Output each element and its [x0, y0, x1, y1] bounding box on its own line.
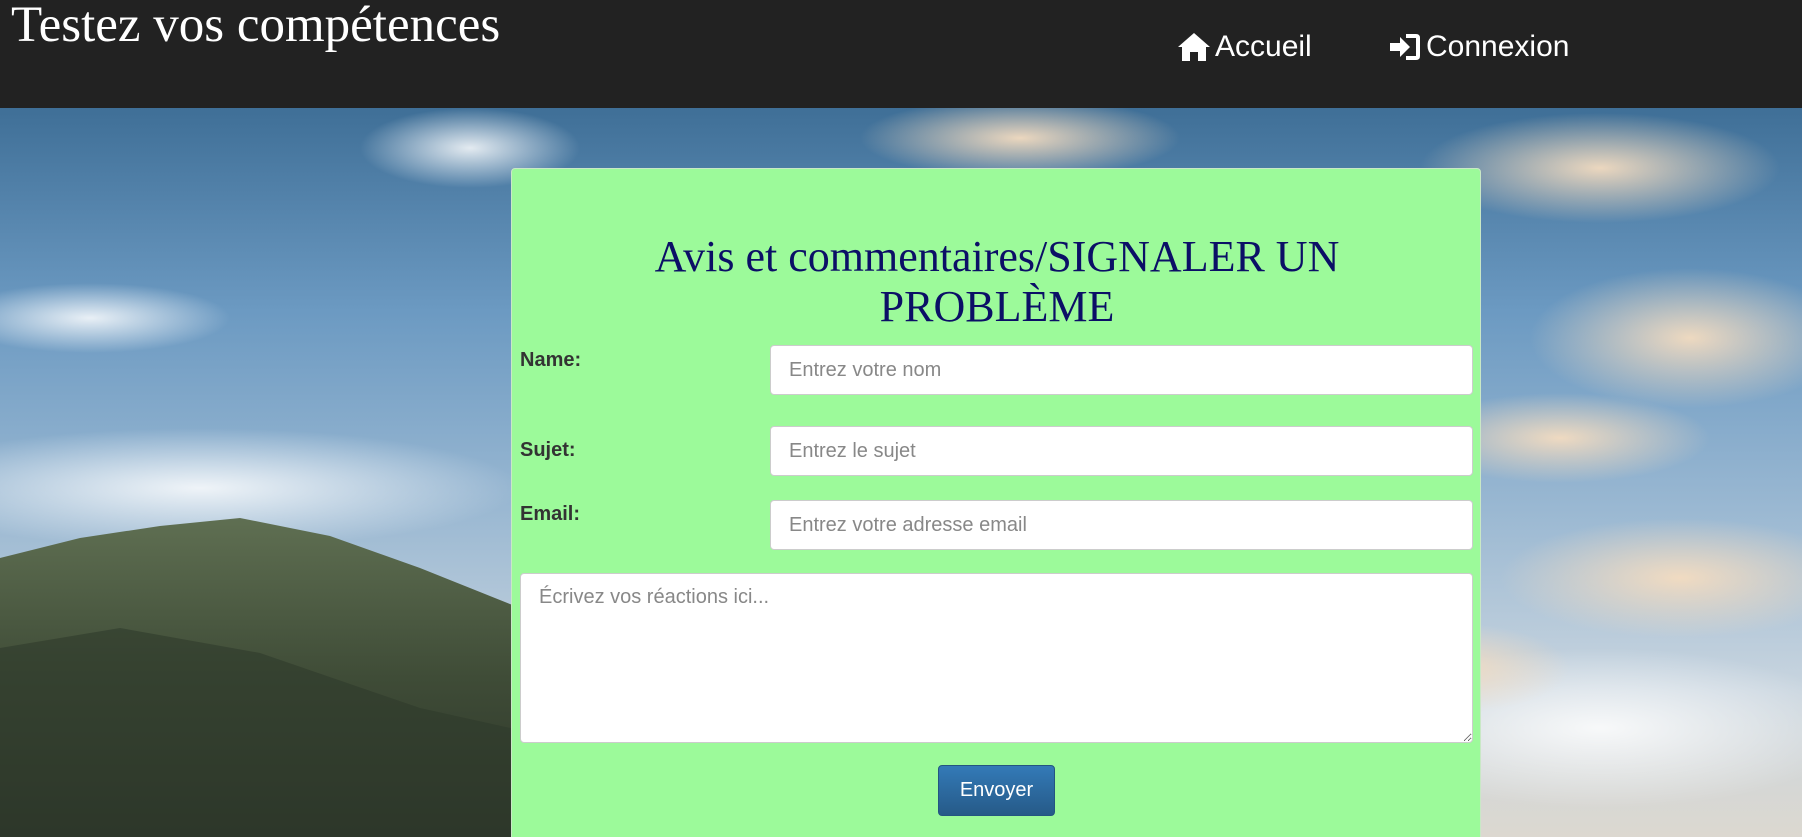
submit-button[interactable]: Envoyer: [938, 765, 1055, 816]
email-label: Email:: [520, 503, 581, 525]
nav-link-label: Connexion: [1426, 30, 1570, 63]
email-input[interactable]: [770, 500, 1473, 550]
nav-link-connexion[interactable]: Connexion: [1388, 26, 1569, 68]
page: Testez vos compétences Accueil Connexion: [0, 0, 1802, 837]
nav-link-accueil[interactable]: Accueil: [1177, 26, 1312, 68]
name-input[interactable]: [770, 345, 1473, 395]
top-navbar: Testez vos compétences Accueil Connexion: [0, 0, 1802, 108]
site-brand-title[interactable]: Testez vos compétences: [11, 0, 500, 54]
form-title: Avis et commentaires/SIGNALER UN PROBLÈM…: [654, 232, 1340, 331]
subject-input[interactable]: [770, 426, 1473, 476]
home-icon: [1177, 31, 1211, 63]
feedback-form-card: Avis et commentaires/SIGNALER UN PROBLÈM…: [511, 168, 1481, 837]
login-icon: [1388, 31, 1422, 63]
subject-label: Sujet:: [520, 439, 576, 461]
nav-link-label: Accueil: [1215, 30, 1312, 63]
name-label: Name:: [520, 349, 582, 371]
feedback-textarea[interactable]: [520, 573, 1473, 743]
